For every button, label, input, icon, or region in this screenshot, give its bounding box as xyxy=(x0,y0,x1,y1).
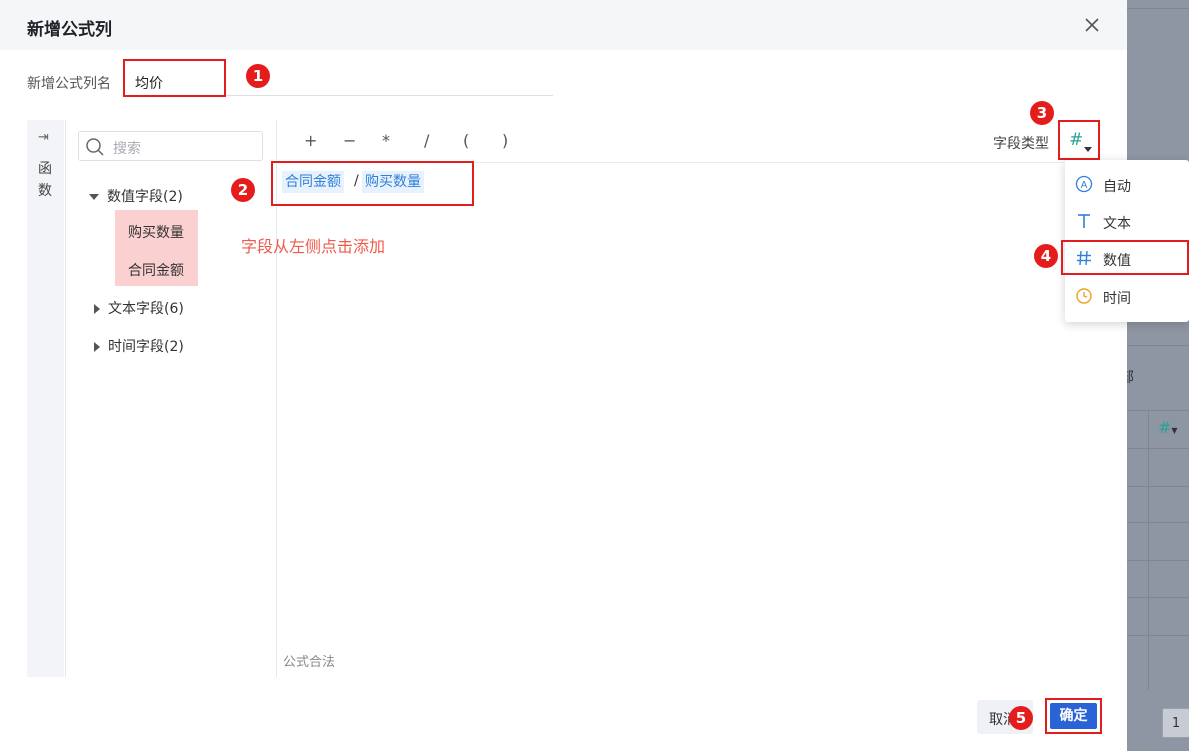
search-placeholder: 搜索 xyxy=(113,141,141,157)
chevron-down-icon xyxy=(1084,147,1092,152)
bg-grid-line xyxy=(1127,448,1189,449)
close-icon[interactable] xyxy=(1081,14,1103,36)
operator-rparen-button[interactable]: ) xyxy=(502,131,508,150)
annotation-box-1 xyxy=(123,59,226,97)
formula-column-dialog: 新增公式列 新增公式列名 均价 1 ⇥ 函数 搜索 数值字段(2) 购买数量 合… xyxy=(0,0,1127,751)
annotation-badge-1: 1 xyxy=(246,64,270,88)
annotation-badge-4: 4 xyxy=(1034,244,1058,268)
bg-grid-line xyxy=(1127,522,1189,523)
background-page xyxy=(1127,0,1189,751)
bg-grid-line xyxy=(1127,597,1189,598)
annotation-badge-2: 2 xyxy=(231,178,255,202)
operator-minus-button[interactable]: − xyxy=(343,131,356,150)
field-type-dropdown-button[interactable]: # xyxy=(1058,120,1100,160)
formula-operator: / xyxy=(354,173,359,189)
bg-grid-line xyxy=(1127,8,1189,9)
bg-grid-line xyxy=(1127,410,1189,411)
column-name-label: 新增公式列名 xyxy=(27,76,111,92)
svg-text:A: A xyxy=(1081,180,1088,191)
text-t-icon xyxy=(1078,214,1090,228)
annotation-badge-5: 5 xyxy=(1009,706,1033,730)
menu-item-auto[interactable]: A 自动 xyxy=(1065,166,1189,203)
caret-right-icon xyxy=(94,304,100,314)
dialog-title: 新增公式列 xyxy=(27,20,112,40)
field-item-contract-amount[interactable]: 合同金额 xyxy=(115,248,198,286)
caret-down-icon xyxy=(89,194,99,200)
bg-grid-line xyxy=(1127,345,1189,346)
hash-icon: # xyxy=(1069,130,1084,150)
tree-group-text[interactable]: 文本字段(6) xyxy=(94,298,184,318)
formula-field-chip[interactable]: 合同金额 xyxy=(282,171,344,193)
bg-grid-line xyxy=(1127,635,1189,636)
tree-group-time[interactable]: 时间字段(2) xyxy=(94,336,184,356)
operator-plus-button[interactable]: + xyxy=(304,131,317,150)
annotation-box-4 xyxy=(1061,240,1189,275)
bg-grid-line xyxy=(1148,410,1149,690)
caret-right-icon xyxy=(94,342,100,352)
bg-grid-line xyxy=(1127,486,1189,487)
expand-arrow-icon[interactable]: ⇥ xyxy=(38,130,49,145)
field-type-label: 字段类型 xyxy=(993,136,1049,152)
bg-page-number[interactable]: 1 xyxy=(1162,708,1189,738)
field-item-purchase-qty[interactable]: 购买数量 xyxy=(115,210,198,248)
menu-item-text[interactable]: 文本 xyxy=(1065,203,1189,240)
menu-item-time[interactable]: 时间 xyxy=(1065,278,1189,315)
bg-hash-icon: #▼ xyxy=(1158,418,1178,437)
clock-icon xyxy=(1076,288,1092,304)
operator-multiply-button[interactable]: * xyxy=(382,131,390,150)
search-icon xyxy=(86,138,104,156)
formula-status: 公式合法 xyxy=(283,655,336,670)
dialog-header xyxy=(0,0,1127,50)
field-search-input[interactable]: 搜索 xyxy=(78,131,263,161)
operator-divide-button[interactable]: / xyxy=(424,131,429,150)
function-panel-toggle[interactable] xyxy=(27,120,64,677)
confirm-button[interactable]: 确定 xyxy=(1045,698,1102,734)
annotation-badge-3: 3 xyxy=(1030,101,1054,125)
function-panel-label[interactable]: 函数 xyxy=(37,158,53,202)
formula-field-chip[interactable]: 购买数量 xyxy=(362,171,424,193)
instruction-hint: 字段从左侧点击添加 xyxy=(241,237,386,256)
confirm-button-label: 确定 xyxy=(1050,703,1097,729)
operator-lparen-button[interactable]: ( xyxy=(463,131,469,150)
tree-group-numeric[interactable]: 数值字段(2) xyxy=(89,186,183,206)
bg-grid-line xyxy=(1127,560,1189,561)
auto-a-icon: A xyxy=(1075,175,1093,193)
